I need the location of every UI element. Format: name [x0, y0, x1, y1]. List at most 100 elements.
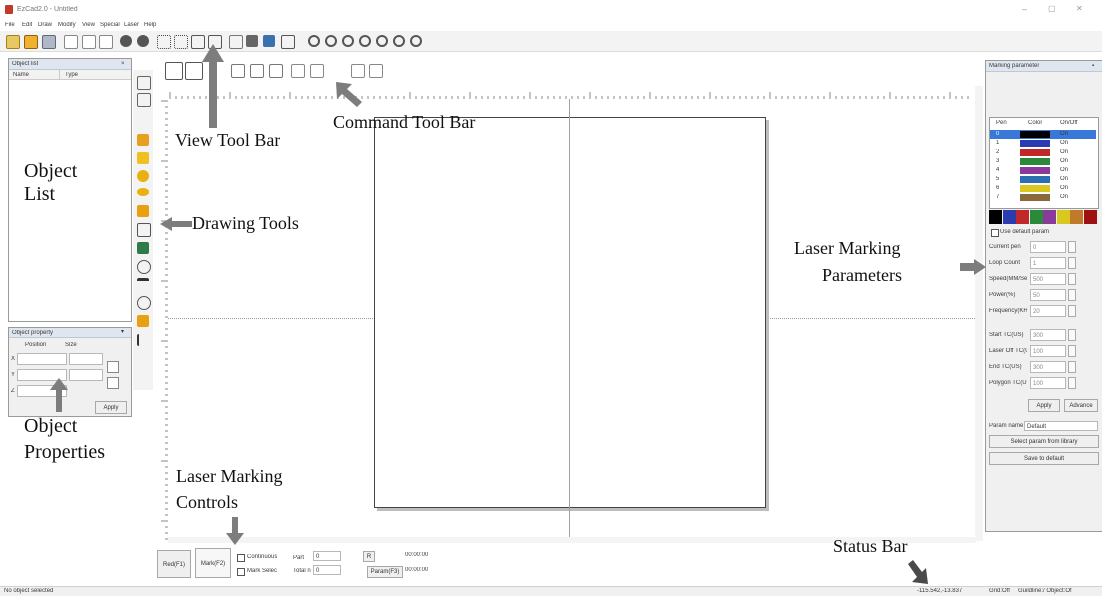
menu-modify[interactable]: Modify [58, 22, 76, 28]
new-file-icon[interactable] [6, 35, 20, 49]
point-tool-icon[interactable] [137, 134, 149, 146]
save-to-default-button[interactable]: Save to default [989, 452, 1099, 465]
pen-state[interactable]: On [1060, 149, 1068, 155]
status-guide[interactable]: Guildline:/ Object:Of [1018, 588, 1102, 594]
param-value-field[interactable]: 300 [1030, 329, 1066, 341]
pen-state[interactable]: On [1060, 194, 1068, 200]
part-field[interactable]: 0 [313, 551, 341, 561]
spin-icon[interactable] [1068, 361, 1076, 373]
palette-swatch[interactable] [1016, 210, 1029, 224]
redo-icon[interactable] [137, 35, 149, 47]
column-type[interactable]: Type [65, 72, 78, 78]
param-name-field[interactable]: Default [1024, 421, 1098, 431]
spin-icon[interactable] [1068, 305, 1076, 317]
tangent-icon[interactable] [369, 64, 383, 78]
palette-swatch[interactable] [1056, 210, 1070, 224]
palette-swatch[interactable] [1002, 210, 1016, 224]
select-arrow-icon[interactable] [137, 76, 151, 90]
spin-icon[interactable] [1068, 329, 1076, 341]
tools-icon[interactable] [246, 35, 258, 47]
pen-row[interactable]: 6 On [990, 184, 1096, 193]
pen-row[interactable]: 4 On [990, 166, 1096, 175]
fill-icon[interactable] [269, 64, 283, 78]
maximize-button[interactable]: ▢ [1048, 4, 1056, 13]
spin-icon[interactable] [1068, 257, 1076, 269]
group-icon[interactable] [185, 62, 203, 80]
bitmap-tool-icon[interactable] [137, 242, 149, 254]
x-size-field[interactable] [69, 353, 103, 365]
canvas-vscroll[interactable] [975, 86, 983, 541]
pen-state[interactable]: On [1060, 131, 1068, 137]
y-size-field[interactable] [69, 369, 103, 381]
palette-swatch[interactable] [1043, 210, 1056, 224]
status-grid[interactable]: Grid:Off [989, 588, 1010, 594]
polygon-tool-icon[interactable] [137, 205, 149, 217]
rectangle-tool-icon[interactable] [137, 152, 149, 164]
spin-icon[interactable] [1068, 377, 1076, 389]
param-value-field[interactable]: 300 [1030, 361, 1066, 373]
drawing-canvas[interactable] [168, 99, 975, 541]
spin-icon[interactable] [1068, 289, 1076, 301]
pen-state[interactable]: On [1060, 158, 1068, 164]
text-tool-icon[interactable] [137, 223, 151, 237]
grid-icon[interactable] [229, 35, 243, 49]
save-icon[interactable] [42, 35, 56, 49]
copy-icon[interactable] [82, 35, 96, 49]
zoom-icon[interactable] [308, 35, 320, 47]
menu-view[interactable]: View [82, 22, 95, 28]
barcode-tool-icon[interactable] [137, 278, 149, 293]
timer-tool-icon[interactable] [137, 296, 151, 310]
open-file-icon[interactable] [24, 35, 38, 49]
paste-icon[interactable] [99, 35, 113, 49]
close-icon[interactable]: × [121, 61, 125, 67]
param-button[interactable]: Param(F3) [367, 566, 403, 578]
continuous-checkbox[interactable] [237, 554, 245, 562]
spin-icon[interactable] [1068, 273, 1076, 285]
vector-file-icon[interactable] [137, 260, 151, 274]
param-value-field[interactable]: 1 [1030, 257, 1066, 269]
pen-state[interactable]: On [1060, 167, 1068, 173]
spin-icon[interactable] [1068, 241, 1076, 253]
hatch-icon[interactable] [310, 64, 324, 78]
pen-state[interactable]: On [1060, 185, 1068, 191]
pen-row[interactable]: 1 On [990, 139, 1096, 148]
lock-object-icon[interactable] [231, 64, 245, 78]
pin-icon[interactable]: ▾ [121, 329, 124, 335]
zoom-page-icon[interactable] [359, 35, 371, 47]
palette-swatch[interactable] [989, 210, 1002, 224]
menu-draw[interactable]: Draw [38, 22, 52, 28]
param-apply-button[interactable]: Apply [1028, 399, 1060, 412]
zoom-all-icon[interactable] [376, 35, 388, 47]
select-invert-icon[interactable] [174, 35, 188, 49]
pen-row[interactable]: 7 On [990, 193, 1096, 202]
palette-swatch[interactable] [1070, 210, 1083, 224]
use-default-checkbox[interactable] [991, 229, 999, 237]
unlock-object-icon[interactable] [250, 64, 264, 78]
mark-select-checkbox[interactable] [237, 568, 245, 576]
pen-state[interactable]: On [1060, 176, 1068, 182]
cut-icon[interactable] [64, 35, 78, 49]
ellipse-tool-icon[interactable] [137, 188, 149, 196]
param-value-field[interactable]: 0 [1030, 241, 1066, 253]
pen-row[interactable]: 3 On [990, 157, 1096, 166]
input-port-icon[interactable] [137, 315, 149, 327]
total-field[interactable]: 0 [313, 565, 341, 575]
select-param-library-button[interactable]: Select param from library [989, 435, 1099, 448]
menu-edit[interactable]: Edit [22, 22, 32, 28]
calculator-icon[interactable] [263, 35, 275, 47]
menu-help[interactable]: Help [144, 22, 156, 28]
pen-row[interactable]: 2 On [990, 148, 1096, 157]
r-button[interactable]: R [363, 551, 375, 562]
undo-icon[interactable] [120, 35, 132, 47]
arrange-icon[interactable] [281, 35, 295, 49]
mark-button[interactable]: Mark(F2) [195, 548, 231, 578]
spin-icon[interactable] [1068, 345, 1076, 357]
column-name[interactable]: Name [13, 72, 29, 78]
param-value-field[interactable]: 20 [1030, 305, 1066, 317]
param-value-field[interactable]: 500 [1030, 273, 1066, 285]
param-value-field[interactable]: 50 [1030, 289, 1066, 301]
pen-state[interactable]: On [1060, 140, 1068, 146]
pen-row[interactable]: 0 On [990, 130, 1096, 139]
lock-icon[interactable] [107, 361, 119, 373]
x-position-field[interactable] [17, 353, 67, 365]
